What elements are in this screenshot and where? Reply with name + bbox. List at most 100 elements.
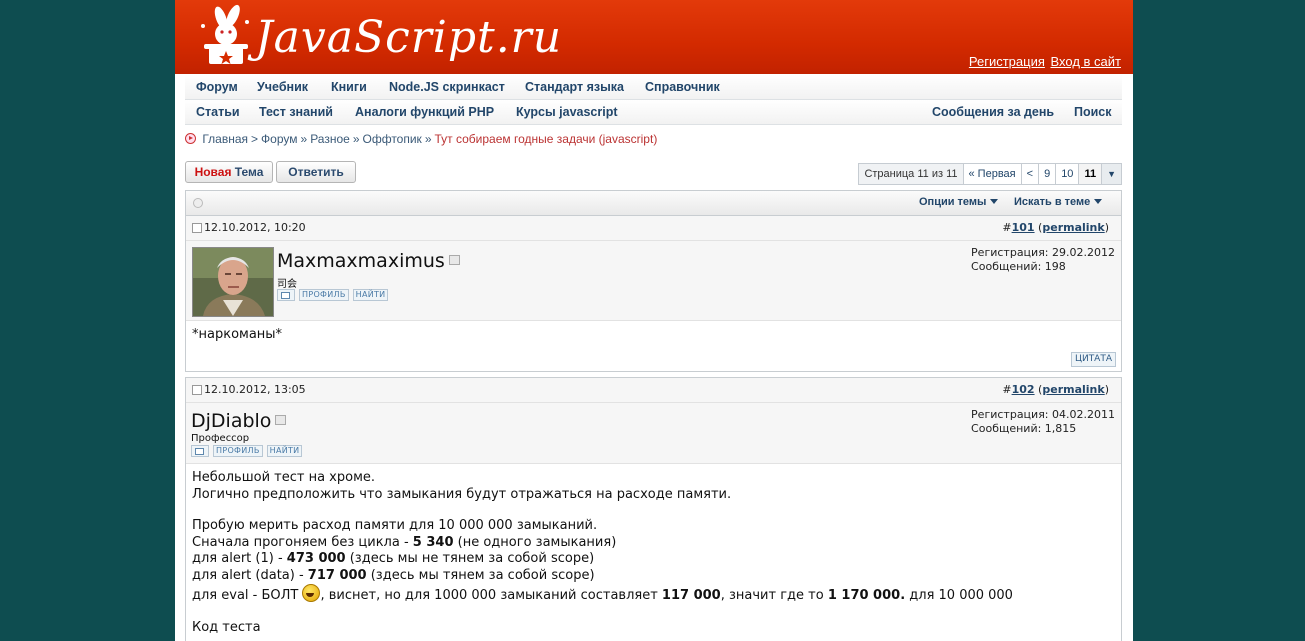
page-current: 11: [1078, 164, 1102, 184]
login-link[interactable]: Вход в сайт: [1051, 54, 1121, 69]
nav-nodejs-screencast[interactable]: Node.JS скринкаст: [389, 80, 505, 94]
nav-reference[interactable]: Справочник: [645, 80, 720, 94]
page-info: Страница 11 из 11: [859, 164, 963, 184]
new-thread-label-a: Новая: [194, 165, 232, 179]
post-text: (не одного замыкания): [453, 534, 617, 550]
post-number-prefix: #: [1002, 383, 1012, 396]
nav-tutorial[interactable]: Учебник: [257, 80, 308, 94]
avatar-photo: [193, 248, 273, 316]
user-post-count: Сообщений: 198: [971, 260, 1066, 273]
nav-todays-posts[interactable]: Сообщения за день: [932, 105, 1054, 119]
breadcrumb-arrow-icon: [185, 133, 196, 144]
page-prev[interactable]: <: [1020, 164, 1038, 184]
breadcrumb-separator: »: [424, 132, 432, 146]
find-posts-button[interactable]: НАЙТИ: [266, 445, 303, 457]
post-date: 12.10.2012, 10:20: [204, 221, 306, 234]
pm-envelope-icon[interactable]: [191, 445, 209, 457]
post-status-icon: [192, 223, 202, 233]
chevron-down-icon: [1094, 199, 1103, 204]
search-thread-menu[interactable]: Искать в теме: [1014, 196, 1103, 208]
breadcrumb-misc[interactable]: Разное: [310, 132, 350, 146]
post-102: 12.10.2012, 13:05 #102 (permalink) DjDia…: [185, 377, 1122, 641]
breadcrumb-offtopic[interactable]: Оффтопик: [363, 132, 422, 146]
nav-language-standard[interactable]: Стандарт языка: [525, 80, 624, 94]
post-text: , значит где то: [720, 588, 828, 603]
post-bold-value: 1 170 000.: [827, 588, 906, 603]
post-text: Сначала прогоняем без цикла -: [192, 534, 413, 550]
post-text: для alert (1) -: [192, 551, 287, 566]
post-line: Сначала прогоняем без цикла - 5 340 (не …: [192, 535, 1115, 552]
new-thread-button[interactable]: Новая Тема: [185, 161, 273, 183]
avatar[interactable]: [192, 247, 274, 317]
username[interactable]: DjDiablo: [191, 410, 287, 432]
user-registration: Регистрация: 29.02.2012: [971, 246, 1115, 259]
nav-knowledge-test[interactable]: Тест знаний: [259, 105, 333, 119]
permalink-link[interactable]: permalink: [1042, 383, 1104, 396]
post-date: 12.10.2012, 13:05: [204, 383, 306, 396]
post-line: Логично предположить что замыкания будут…: [192, 486, 732, 502]
new-thread-label-b: Тема: [234, 165, 264, 179]
page-menu-chevron-down-icon[interactable]: ▼: [1101, 164, 1121, 184]
laughing-smiley-icon: [302, 584, 321, 602]
pm-envelope-icon[interactable]: [277, 289, 295, 301]
post-line: Код теста: [192, 619, 261, 635]
post-number: #101 (permalink): [1002, 221, 1109, 234]
register-link[interactable]: Регистрация: [969, 54, 1045, 69]
breadcrumb: Главная > Форум» Разное» Оффтопик» Тут собира…: [185, 132, 657, 146]
post-number-link[interactable]: 102: [1012, 383, 1035, 396]
post-text: (здесь мы не тянем за собой scope): [345, 551, 595, 566]
user-action-buttons: ПРОФИЛЬ НАЙТИ: [191, 445, 303, 457]
breadcrumb-forum[interactable]: Форум: [261, 132, 297, 146]
nav-articles[interactable]: Статьи: [196, 105, 240, 119]
search-thread-label: Искать в теме: [1014, 196, 1091, 208]
post-spacer: [192, 503, 1115, 518]
user-info: DjDiablo Профессор ПРОФИЛЬ НАЙТИ Регистр…: [186, 403, 1121, 464]
site-logo[interactable]: JavaScript.ru: [195, 4, 561, 70]
post-text: для eval - БОЛТ: [192, 588, 303, 603]
post-bold-value: 473 000: [286, 551, 346, 566]
post-101: 12.10.2012, 10:20 #101 (permalink) Maxma…: [185, 215, 1122, 372]
user-title: 司会: [277, 279, 297, 290]
username-text: DjDiablo: [191, 410, 272, 432]
thread-status-icon: [193, 198, 203, 208]
nav-search[interactable]: Поиск: [1074, 105, 1112, 119]
breadcrumb-home[interactable]: Главная: [202, 132, 248, 146]
nav-forum[interactable]: Форум: [196, 80, 238, 94]
page-container: JavaScript.ru Регистрация Вход в сайт Фо…: [175, 0, 1133, 641]
profile-button[interactable]: ПРОФИЛЬ: [299, 289, 349, 301]
post-line: Пробую мерить расход памяти для 10 000 0…: [192, 518, 598, 533]
find-posts-button[interactable]: НАЙТИ: [352, 289, 389, 301]
post-text: для alert (data) -: [192, 567, 308, 583]
page-10[interactable]: 10: [1055, 164, 1078, 184]
offline-status-icon: [275, 415, 287, 425]
user-info: Maxmaxmaximus 司会 ПРОФИЛЬ НАЙТИ Регистрац…: [186, 241, 1121, 321]
post-text: для 10 000 000: [905, 588, 1013, 603]
page-9[interactable]: 9: [1038, 164, 1055, 184]
thread-tools-bar: Опции темы Искать в теме: [185, 190, 1122, 215]
nav-php-analogs[interactable]: Аналоги функций PHP: [355, 105, 494, 119]
permalink-link[interactable]: permalink: [1042, 221, 1104, 234]
post-body: *наркоманы* ЦИТАТА: [186, 321, 1121, 371]
post-status-icon: [192, 385, 202, 395]
user-action-buttons: ПРОФИЛЬ НАЙТИ: [277, 289, 389, 301]
thread-options-label: Опции темы: [919, 196, 987, 208]
breadcrumb-separator: »: [300, 132, 308, 146]
page-first[interactable]: « Первая: [962, 164, 1021, 184]
post-text: (здесь мы тянем за собой scope): [366, 567, 595, 583]
nav-js-courses[interactable]: Курсы javascript: [516, 105, 618, 119]
quote-button[interactable]: ЦИТАТА: [1070, 352, 1116, 367]
username[interactable]: Maxmaxmaximus: [277, 250, 460, 272]
post-line: Небольшой тест на хроме.: [192, 470, 376, 485]
post-line: для alert (1) - 473 000 (здесь мы не тян…: [192, 551, 1115, 568]
offline-status-icon: [448, 255, 460, 265]
site-logo-text: JavaScript.ru: [255, 12, 563, 63]
post-text: *наркоманы*: [192, 327, 283, 342]
nav-books[interactable]: Книги: [331, 80, 367, 94]
post-number-prefix: #: [1002, 221, 1012, 234]
profile-button[interactable]: ПРОФИЛЬ: [213, 445, 263, 457]
main-navbar: Форум Учебник Книги Node.JS скринкаст Ст…: [185, 75, 1122, 100]
post-number-link[interactable]: 101: [1012, 221, 1035, 234]
thread-options-menu[interactable]: Опции темы: [919, 196, 999, 208]
breadcrumb-separator: »: [352, 132, 360, 146]
reply-button[interactable]: Ответить: [276, 161, 356, 183]
